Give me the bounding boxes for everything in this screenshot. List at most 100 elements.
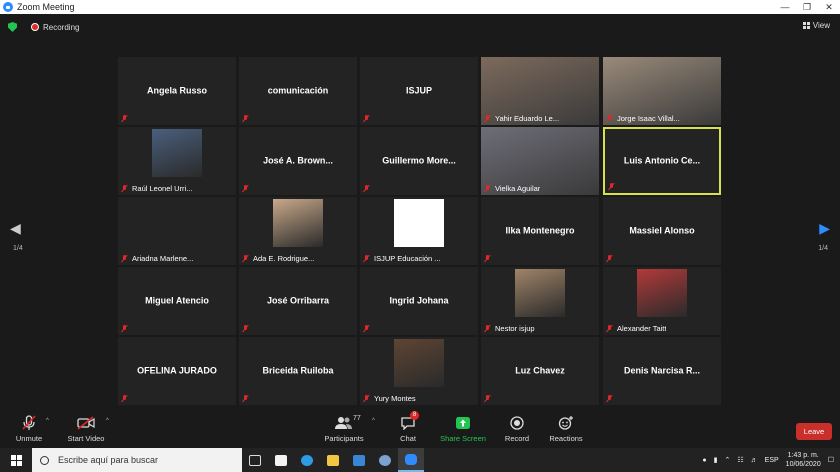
taskbar-search[interactable]: Escribe aquí para buscar: [32, 448, 242, 472]
participant-status: [484, 395, 491, 403]
zoom-app-icon: [3, 2, 13, 12]
participant-status: [606, 255, 613, 263]
participant-tile[interactable]: Ada E. Rodrigue...: [239, 197, 357, 265]
gallery-view: ◀ 1/4 ▶ 1/4 Angela Russo comunicación ISJU…: [0, 40, 840, 406]
maximize-button[interactable]: ❐: [796, 0, 818, 14]
browser-icon[interactable]: [372, 448, 398, 472]
participant-name: OFELINA JURADO: [137, 365, 217, 376]
participant-tile[interactable]: Yury Montes: [360, 337, 478, 405]
participant-status: Alexander Taitt: [606, 324, 666, 333]
muted-microphone-icon: [484, 255, 491, 263]
participant-label: Yury Montes: [374, 394, 416, 403]
participant-tile[interactable]: José A. Brown...: [239, 127, 357, 195]
volume-icon[interactable]: ♬: [751, 457, 758, 464]
previous-page-arrow-icon[interactable]: ◀: [10, 220, 21, 237]
muted-microphone-icon: [121, 254, 128, 263]
system-tray: ● ▮ ⌃ ☷ ♬ ESP 1:43 p. m. 10/06/2020 ☐: [702, 448, 834, 472]
participant-tile[interactable]: Luz Chavez: [481, 337, 599, 405]
edge-icon[interactable]: [294, 448, 320, 472]
share-screen-label: Share Screen: [440, 434, 486, 443]
participant-label: Ada E. Rodrigue...: [253, 254, 315, 263]
file-explorer-icon[interactable]: [320, 448, 346, 472]
share-screen-button[interactable]: Share Screen: [440, 414, 486, 443]
participants-options-caret-icon[interactable]: ^: [372, 418, 375, 424]
view-label: View: [812, 21, 830, 30]
zoom-taskbar-icon[interactable]: [398, 448, 424, 472]
participant-status: [363, 325, 370, 333]
unmute-button[interactable]: Unmute: [12, 414, 46, 443]
meeting-toolbar: Unmute ^ Start Video ^ 77 Participants ^…: [0, 406, 840, 448]
participant-status: [363, 185, 370, 193]
participant-tile[interactable]: Denis Narcisa R...: [603, 337, 721, 405]
video-options-caret-icon[interactable]: ^: [106, 418, 109, 424]
view-button[interactable]: View: [802, 21, 830, 30]
participant-name: Ilka Montenegro: [505, 225, 575, 236]
participant-tile[interactable]: José Orribarra: [239, 267, 357, 335]
participant-tile[interactable]: Alexander Taitt: [603, 267, 721, 335]
participant-tile[interactable]: Ariadna Marlene...: [118, 197, 236, 265]
leave-button[interactable]: Leave: [796, 423, 832, 440]
muted-microphone-icon: [121, 395, 128, 403]
clock[interactable]: 1:43 p. m. 10/06/2020: [786, 451, 821, 469]
participant-tile[interactable]: ISJUP: [360, 57, 478, 125]
minimize-button[interactable]: —: [774, 0, 796, 14]
participant-status: [608, 183, 615, 191]
participant-status: [606, 395, 613, 403]
participant-tile[interactable]: Ingrid Johana: [360, 267, 478, 335]
muted-microphone-icon: [363, 115, 370, 123]
participants-icon: 77: [322, 414, 366, 432]
action-center-icon[interactable]: ☐: [828, 456, 834, 464]
participant-label: ISJUP Educación ...: [374, 254, 441, 263]
participant-tile[interactable]: OFELINA JURADO: [118, 337, 236, 405]
chat-button[interactable]: 8 Chat: [392, 411, 424, 443]
participant-tile[interactable]: ISJUP Educación ...: [360, 197, 478, 265]
window-titlebar: Zoom Meeting — ❐ ✕: [0, 0, 840, 14]
participant-tile[interactable]: Nestor isjup: [481, 267, 599, 335]
taskbar-search-placeholder: Escribe aquí para buscar: [58, 455, 159, 465]
network-icon[interactable]: ☷: [737, 456, 743, 464]
grid-icon: [802, 22, 810, 29]
notifications-up-icon[interactable]: ⌃: [725, 456, 731, 464]
next-page-arrow-icon[interactable]: ▶: [819, 220, 830, 237]
mail-icon[interactable]: [346, 448, 372, 472]
participant-status: Ada E. Rodrigue...: [242, 254, 314, 263]
audio-options-caret-icon[interactable]: ^: [46, 418, 49, 424]
window-title: Zoom Meeting: [17, 2, 75, 12]
participant-status: [363, 115, 370, 123]
participant-tile[interactable]: Yahir Eduardo Le...: [481, 57, 599, 125]
close-button[interactable]: ✕: [818, 0, 840, 14]
shield-icon[interactable]: [8, 22, 17, 32]
record-button[interactable]: Record: [502, 414, 532, 443]
participant-tile[interactable]: Vielka Aguilar: [481, 127, 599, 195]
participant-label: Ariadna Marlene...: [132, 254, 194, 263]
muted-microphone-icon: [484, 184, 491, 193]
task-view-icon[interactable]: [242, 448, 268, 472]
participants-button[interactable]: 77 Participants: [322, 414, 366, 443]
microphone-tray-icon[interactable]: ▮: [714, 456, 718, 464]
participant-status: [484, 255, 491, 263]
muted-microphone-icon: [121, 115, 128, 123]
chat-icon: 8: [392, 411, 424, 432]
video-off-icon: [66, 414, 106, 432]
muted-microphone-icon: [242, 115, 249, 123]
language-indicator[interactable]: ESP: [765, 457, 779, 464]
reactions-button[interactable]: Reactions: [548, 414, 584, 443]
participant-tile[interactable]: Jorge Isaac Villal...: [603, 57, 721, 125]
participant-tile[interactable]: Miguel Atencio: [118, 267, 236, 335]
participant-tile[interactable]: comunicación: [239, 57, 357, 125]
start-video-button[interactable]: Start Video: [66, 414, 106, 443]
participant-tile[interactable]: Massiel Alonso: [603, 197, 721, 265]
participant-tile[interactable]: Guillermo More...: [360, 127, 478, 195]
start-button[interactable]: [0, 448, 32, 472]
participant-photo: [273, 199, 323, 247]
muted-microphone-icon: [242, 325, 249, 333]
store-icon[interactable]: [268, 448, 294, 472]
participant-tile[interactable]: Raúl Leonel Urri...: [118, 127, 236, 195]
participant-tile[interactable]: Angela Russo: [118, 57, 236, 125]
microphone-muted-icon: [12, 414, 46, 432]
participant-photo: [637, 269, 687, 317]
participant-tile[interactable]: Ilka Montenegro: [481, 197, 599, 265]
participant-tile[interactable]: Luis Antonio Ce...: [603, 127, 721, 195]
participant-tile[interactable]: Briceida Ruiloba: [239, 337, 357, 405]
people-icon[interactable]: ●: [702, 457, 706, 464]
